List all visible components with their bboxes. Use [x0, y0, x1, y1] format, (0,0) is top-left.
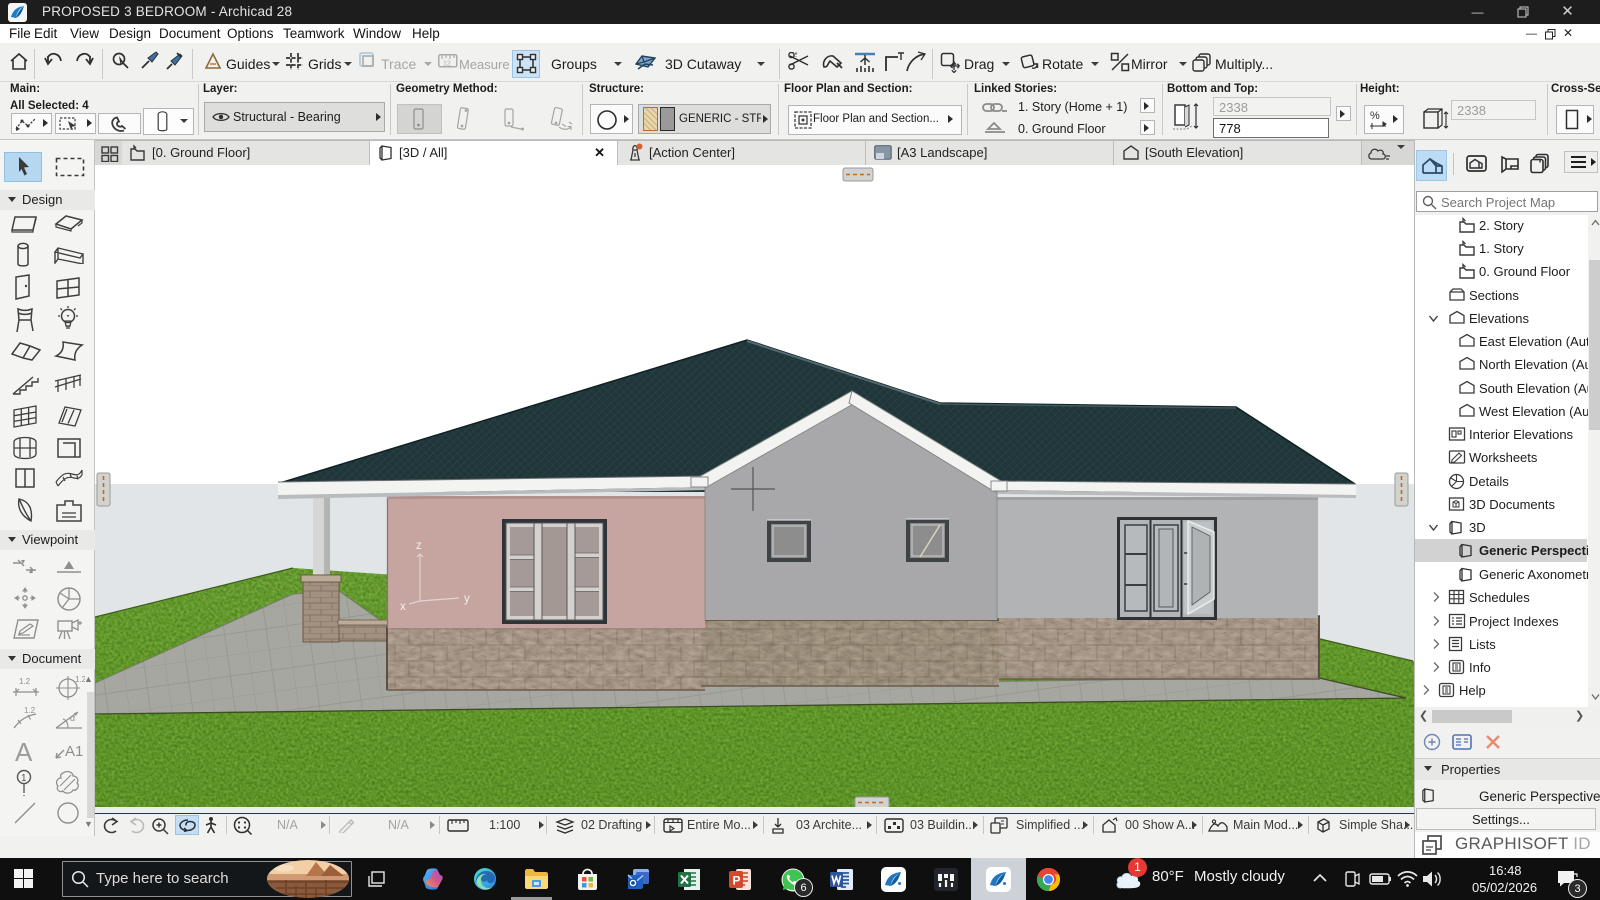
svg-text:1.2: 1.2 [24, 706, 36, 715]
svg-text:z: z [416, 540, 422, 552]
svg-text:1.2: 1.2 [19, 677, 31, 686]
svg-text:P: P [733, 874, 741, 888]
svg-text:1: 1 [21, 773, 27, 784]
svg-text:12: 12 [443, 61, 451, 68]
svg-text:y: y [464, 593, 470, 605]
svg-text:%: % [1370, 110, 1380, 122]
svg-text:A: A [15, 738, 33, 764]
svg-text:α: α [70, 713, 75, 723]
svg-text:x: x [400, 601, 406, 613]
svg-text:A1: A1 [65, 743, 83, 760]
